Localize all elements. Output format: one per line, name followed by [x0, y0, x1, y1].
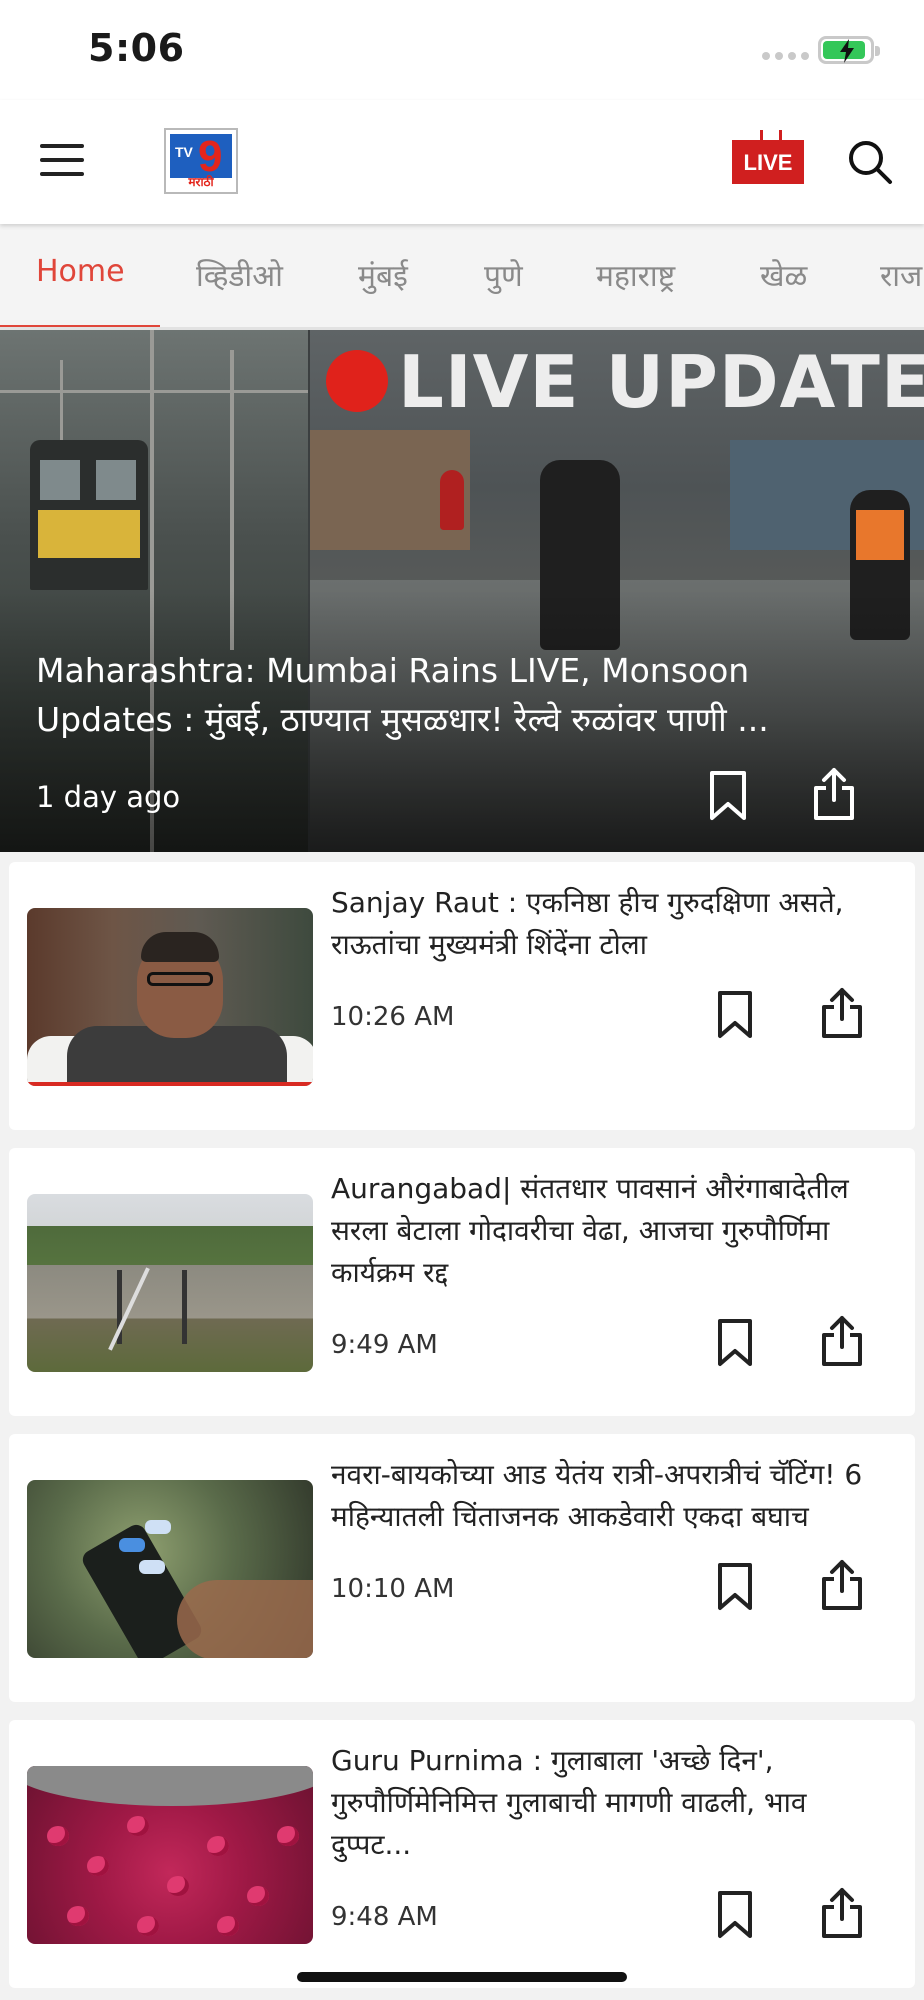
bookmark-icon[interactable] — [715, 1562, 755, 1612]
article-headline[interactable]: नवरा-बायकोच्या आड येतंय रात्री-अपरात्रीच… — [331, 1454, 887, 1538]
article-headline[interactable]: Guru Purnima : गुलाबाला 'अच्छे दिन', गुर… — [331, 1740, 887, 1866]
article-time: 9:49 AM — [331, 1330, 438, 1360]
article-card[interactable]: Sanjay Raut : एकनिष्ठा हीच गुरुदक्षिणा अ… — [9, 862, 915, 1130]
hero-time: 1 day ago — [36, 780, 181, 814]
battery-icon — [818, 36, 880, 64]
logo[interactable]: TV 9 मराठी — [164, 128, 238, 194]
tab-maharashtra[interactable]: महाराष्ट्र — [596, 254, 675, 295]
article-card[interactable]: नवरा-बायकोच्या आड येतंय रात्री-अपरात्रीच… — [9, 1434, 915, 1702]
menu-icon[interactable] — [40, 144, 84, 180]
article-thumbnail — [27, 908, 313, 1086]
live-dot-icon — [326, 350, 388, 412]
hero-story[interactable]: LIVE UPDATE Maharashtra: Mumbai Rains LI… — [0, 330, 924, 852]
share-icon[interactable] — [819, 1886, 865, 1940]
logo-subtitle: मराठी — [188, 175, 214, 189]
article-time: 9:48 AM — [331, 1902, 438, 1932]
article-card[interactable]: Aurangabad| संततधार पावसानं औरंगाबादेतील… — [9, 1148, 915, 1416]
bookmark-icon[interactable] — [715, 1318, 755, 1368]
tab-sports[interactable]: खेळ — [760, 254, 807, 295]
article-time: 10:10 AM — [331, 1574, 455, 1604]
status-time: 5:06 — [88, 26, 185, 70]
tab-home[interactable]: Home — [36, 254, 125, 289]
share-icon[interactable] — [810, 766, 858, 822]
article-card[interactable]: Guru Purnima : गुलाबाला 'अच्छे दिन', गुर… — [9, 1720, 915, 1988]
share-icon[interactable] — [819, 986, 865, 1040]
live-update-banner: LIVE UPDATE — [398, 340, 924, 424]
app-header: TV 9 मराठी LIVE — [0, 100, 924, 224]
hero-headline[interactable]: Maharashtra: Mumbai Rains LIVE, Monsoon … — [36, 646, 836, 744]
tab-mumbai[interactable]: मुंबई — [358, 254, 408, 295]
share-icon[interactable] — [819, 1558, 865, 1612]
bookmark-icon[interactable] — [706, 770, 750, 822]
tab-pune[interactable]: पुणे — [484, 254, 523, 295]
article-thumbnail — [27, 1194, 313, 1372]
home-indicator[interactable] — [297, 1972, 627, 1982]
tab-video[interactable]: व्हिडीओ — [196, 254, 283, 295]
search-icon[interactable] — [846, 138, 894, 186]
tab-politics[interactable]: राज — [880, 254, 922, 295]
article-headline[interactable]: Sanjay Raut : एकनिष्ठा हीच गुरुदक्षिणा अ… — [331, 882, 887, 966]
bookmark-icon[interactable] — [715, 990, 755, 1040]
status-bar: 5:06 — [0, 0, 924, 100]
category-tabs: Home व्हिडीओ मुंबई पुणे महाराष्ट्र खेळ र… — [0, 224, 924, 330]
article-thumbnail — [27, 1766, 313, 1944]
article-time: 10:26 AM — [331, 1002, 455, 1032]
article-thumbnail — [27, 1480, 313, 1658]
live-tv-button[interactable]: LIVE — [732, 140, 804, 184]
signal-icon — [762, 52, 809, 60]
article-headline[interactable]: Aurangabad| संततधार पावसानं औरंगाबादेतील… — [331, 1168, 887, 1294]
share-icon[interactable] — [819, 1314, 865, 1368]
bookmark-icon[interactable] — [715, 1890, 755, 1940]
